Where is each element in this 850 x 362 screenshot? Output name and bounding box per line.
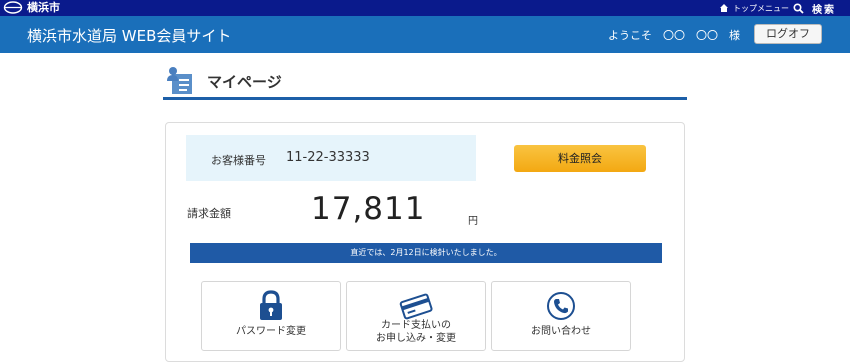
top-links: トップメニュー 検索	[719, 0, 836, 16]
top-menu-link[interactable]: トップメニュー	[733, 3, 789, 14]
contact-label: お問い合わせ	[531, 326, 591, 337]
search-link[interactable]: 検索	[812, 1, 836, 16]
page-title-bar: マイページ	[163, 62, 687, 100]
search-icon[interactable]	[793, 2, 804, 14]
page-title: マイページ	[207, 73, 282, 91]
customer-number-label: お客様番号	[211, 154, 266, 167]
card-payment-tile[interactable]: カード支払いの お申し込み・変更	[346, 281, 486, 351]
fee-inquiry-button[interactable]: 料金照会	[514, 145, 646, 172]
city-logo-icon[interactable]	[3, 1, 23, 14]
user-card-icon	[167, 67, 192, 94]
customer-number: 11-22-33333	[286, 150, 370, 165]
phone-icon	[547, 292, 575, 320]
meter-reading-notice: 直近では、2月12日に検針いたしました。	[190, 243, 662, 263]
home-icon[interactable]	[719, 3, 729, 13]
bill-unit: 円	[468, 216, 478, 227]
lock-icon	[260, 290, 282, 320]
password-change-tile[interactable]: パスワード変更	[201, 281, 341, 351]
site-header: 横浜市水道局 WEB会員サイト ようこそ 〇〇 〇〇 様 ログオフ	[0, 16, 850, 53]
card-payment-label-1: カード支払いの	[381, 320, 451, 331]
logout-button[interactable]: ログオフ	[754, 24, 822, 44]
credit-card-icon	[399, 293, 433, 320]
password-change-label: パスワード変更	[236, 326, 306, 337]
customer-number-box: お客様番号 11-22-33333	[186, 135, 476, 181]
contact-tile[interactable]: お問い合わせ	[491, 281, 631, 351]
account-card: お客様番号 11-22-33333 料金照会 請求金額 17,811 円 直近で…	[165, 122, 685, 362]
welcome-text: ようこそ 〇〇 〇〇 様	[608, 29, 740, 42]
card-payment-label-2: お申し込み・変更	[376, 333, 456, 344]
top-bar: 横浜市 トップメニュー 検索	[0, 0, 850, 16]
bill-amount: 17,811	[311, 191, 426, 227]
bill-amount-label: 請求金額	[187, 207, 231, 220]
city-name[interactable]: 横浜市	[27, 1, 60, 15]
site-title[interactable]: 横浜市水道局 WEB会員サイト	[27, 25, 231, 46]
